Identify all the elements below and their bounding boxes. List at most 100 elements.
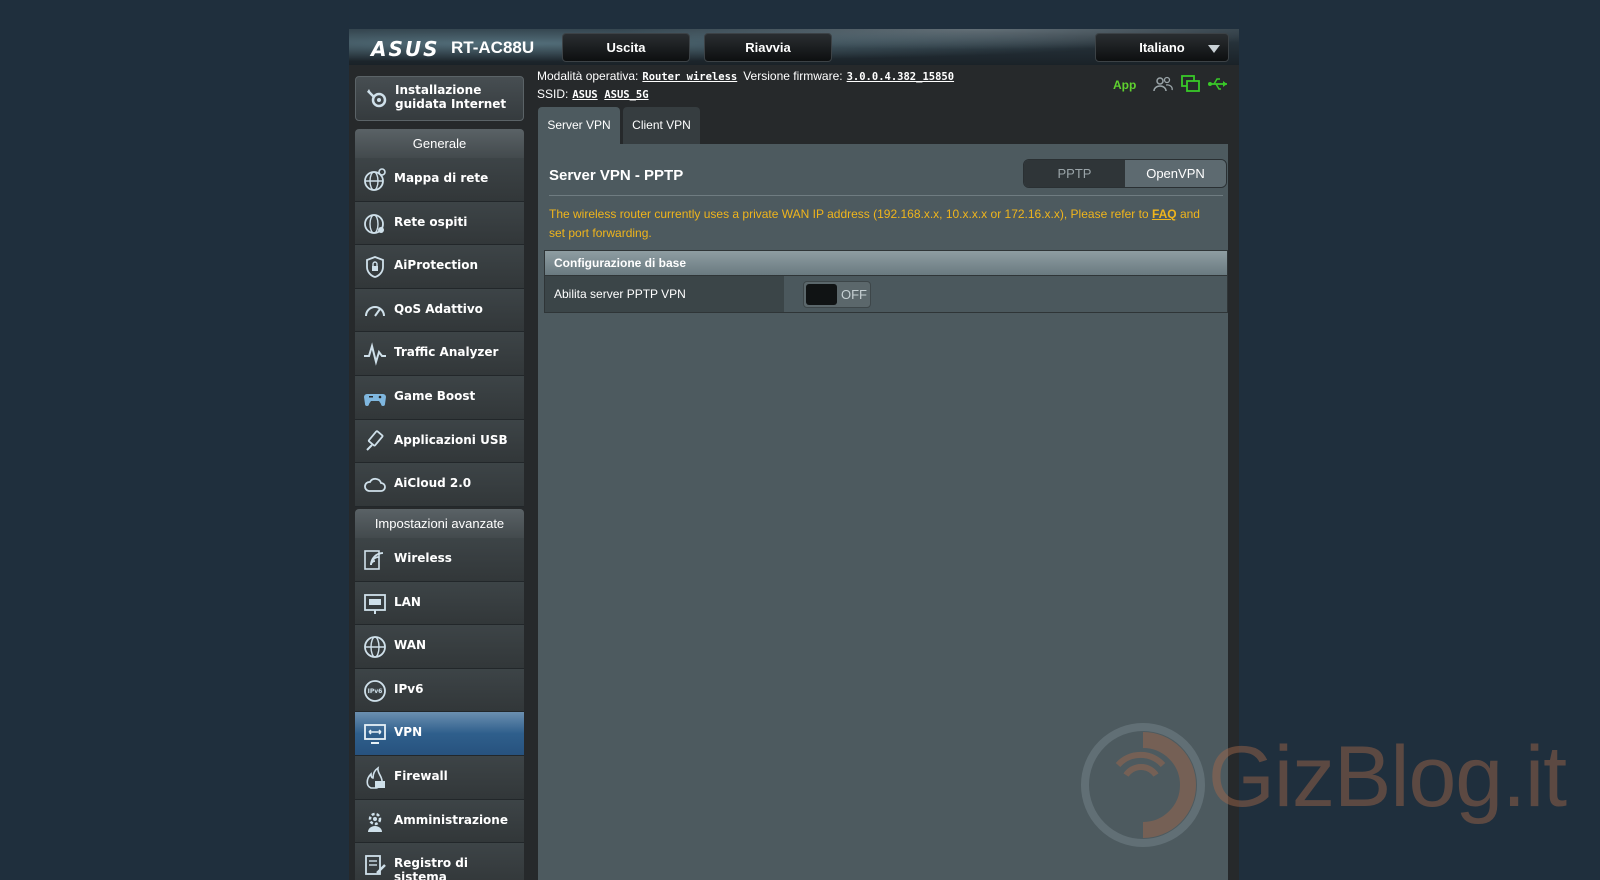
- top-banner: ASUS RT-AC88U Uscita Riavvia Italiano: [349, 29, 1239, 65]
- sidebar-item-label: LAN: [394, 594, 421, 609]
- status-bar: Modalità operativa: Router wireless Versio…: [537, 68, 954, 104]
- quick-setup-label: Installazione guidata Internet: [395, 83, 506, 111]
- sidebar-item-label: Game Boost: [394, 388, 476, 403]
- quick-internet-setup-button[interactable]: Installazione guidata Internet: [355, 76, 524, 121]
- sidebar-item-aicloud[interactable]: AiCloud 2.0: [355, 463, 524, 507]
- sidebar-item-system-log[interactable]: Registro di sistema: [355, 843, 524, 880]
- private-ip-warning: The wireless router currently uses a pri…: [549, 205, 1217, 243]
- pulse-chart-icon: [364, 342, 386, 367]
- sidebar-item-label: AiCloud 2.0: [394, 476, 472, 491]
- sidebar-item-label: Mappa di rete: [394, 171, 489, 185]
- firmware-version-link[interactable]: 3.0.0.4.382_15850: [847, 71, 954, 83]
- pptp-option[interactable]: PPTP: [1024, 160, 1125, 187]
- gauge-icon: [365, 305, 385, 317]
- menu-advanced-title: Impostazioni avanzate: [355, 509, 524, 538]
- sidebar-item-game-boost[interactable]: Game Boost: [355, 375, 524, 420]
- globe-icon: [364, 636, 386, 659]
- ssid-link-2[interactable]: ASUS_5G: [604, 89, 648, 101]
- ssid-link-1[interactable]: ASUS: [572, 89, 597, 101]
- watermark: GizBlog.it: [1078, 720, 1567, 850]
- basic-config-table: Configurazione di base Abilita server PP…: [544, 250, 1228, 313]
- toggle-state: OFF: [841, 287, 867, 302]
- sidebar-item-adaptive-qos[interactable]: QoS Adattivo: [355, 288, 524, 333]
- clients-icon[interactable]: [1153, 75, 1173, 93]
- sidebar-item-label: QoS Adattivo: [394, 301, 483, 316]
- sidebar-item-usb-apps[interactable]: Applicazioni USB: [355, 419, 524, 464]
- faq-link[interactable]: FAQ: [1152, 207, 1177, 221]
- logout-button[interactable]: Uscita: [562, 33, 690, 62]
- openvpn-option[interactable]: OpenVPN: [1125, 160, 1226, 187]
- svg-text:IPv6: IPv6: [368, 688, 383, 695]
- sidebar-item-label: WAN: [394, 638, 427, 653]
- enable-pptp-label: Abilita server PPTP VPN: [545, 276, 784, 312]
- sidebar-item-label: AiProtection: [394, 258, 478, 273]
- network-status-icon[interactable]: [1181, 75, 1201, 93]
- sidebar-item-traffic-analyzer[interactable]: Traffic Analyzer: [355, 332, 524, 376]
- status-line-2: SSID: ASUS ASUS_5G: [537, 86, 954, 104]
- tab-server-vpn[interactable]: Server VPN: [538, 107, 620, 144]
- fire-wall-icon: [366, 766, 385, 789]
- enable-pptp-toggle[interactable]: OFF: [803, 281, 871, 308]
- table-row: Abilita server PPTP VPN OFF: [544, 276, 1228, 313]
- ssid-label: SSID:: [537, 87, 569, 101]
- page-title: Server VPN - PPTP: [549, 167, 684, 184]
- sidebar-item-label: Amministrazione: [394, 812, 508, 827]
- sidebar-item-label: IPv6: [394, 681, 424, 696]
- globe-network-icon: [364, 168, 386, 191]
- sidebar-item-label: Wireless: [394, 551, 452, 565]
- model-name: RT-AC88U: [451, 38, 535, 57]
- watermark-text: GizBlog.it: [1208, 729, 1567, 825]
- sidebar-item-label: Traffic Analyzer: [394, 345, 499, 360]
- sidebar-item-label: Applicazioni USB: [394, 432, 508, 447]
- vpn-monitor-icon: [364, 724, 386, 745]
- quick-setup-line2: guidata Internet: [395, 97, 507, 111]
- asus-logo: ASUS: [371, 37, 440, 61]
- reboot-button[interactable]: Riavvia: [704, 33, 832, 62]
- status-line-1: Modalità operativa: Router wireless Versio…: [537, 68, 954, 86]
- guest-globe-icon: [364, 213, 384, 234]
- gamepad-icon: [364, 393, 386, 406]
- operation-mode-label: Modalità operativa:: [537, 69, 639, 83]
- log-document-icon: [365, 855, 386, 876]
- wifi-icon: [364, 550, 384, 570]
- sidebar-item-vpn[interactable]: VPN: [355, 712, 524, 756]
- sidebar-item-guest-network[interactable]: Rete ospiti: [355, 201, 524, 246]
- usb-stick-icon: [366, 429, 384, 451]
- watermark-logo-icon: [1081, 723, 1205, 847]
- toggle-knob: [806, 284, 837, 305]
- divider: [549, 195, 1223, 196]
- app-link[interactable]: App: [1113, 78, 1136, 92]
- admin-gear-icon: [368, 812, 382, 832]
- config-table-header: Configurazione di base: [544, 250, 1228, 276]
- sidebar-item-label: Registro di sistema: [394, 856, 469, 880]
- menu-general: Mappa di rete Rete ospiti AiProtection Q…: [355, 158, 524, 507]
- warning-text: The wireless router currently uses a pri…: [549, 207, 1152, 221]
- language-value: Italiano: [1139, 40, 1185, 55]
- sidebar-item-network-map[interactable]: Mappa di rete: [355, 158, 524, 202]
- operation-mode-link[interactable]: Router wireless: [642, 71, 737, 83]
- usb-icon[interactable]: [1208, 75, 1228, 93]
- ipv6-globe-icon: IPv6: [364, 679, 386, 702]
- sidebar-item-ipv6[interactable]: IPv6 IPv6: [355, 668, 524, 713]
- sidebar-item-administration[interactable]: Amministrazione: [355, 799, 524, 844]
- vpn-type-switch: PPTP OpenVPN: [1023, 159, 1227, 188]
- sidebar-item-label: Rete ospiti: [394, 214, 468, 229]
- sidebar-item-label: Firewall: [394, 768, 448, 783]
- lock-shield-icon: [366, 256, 384, 279]
- cloud-icon: [364, 478, 386, 493]
- sidebar-item-lan[interactable]: LAN: [355, 581, 524, 626]
- language-select[interactable]: Italiano: [1095, 33, 1229, 62]
- menu-advanced: Wireless LAN WAN IPv6 IPv6 VPN Firewall …: [355, 538, 524, 880]
- sidebar-item-wan[interactable]: WAN: [355, 625, 524, 669]
- sidebar-item-firewall[interactable]: Firewall: [355, 755, 524, 800]
- chevron-down-icon: [1208, 45, 1220, 53]
- wizard-gear-icon: [367, 89, 387, 108]
- lan-port-icon: [364, 593, 386, 614]
- sidebar-item-label: VPN: [394, 725, 423, 740]
- sidebar-item-aiprotection[interactable]: AiProtection: [355, 245, 524, 289]
- tab-client-vpn[interactable]: Client VPN: [623, 107, 700, 144]
- menu-general-title: Generale: [355, 129, 524, 158]
- sidebar-item-wireless[interactable]: Wireless: [355, 538, 524, 582]
- quick-setup-line1: Installazione: [395, 83, 482, 97]
- firmware-label: Versione firmware:: [743, 69, 843, 83]
